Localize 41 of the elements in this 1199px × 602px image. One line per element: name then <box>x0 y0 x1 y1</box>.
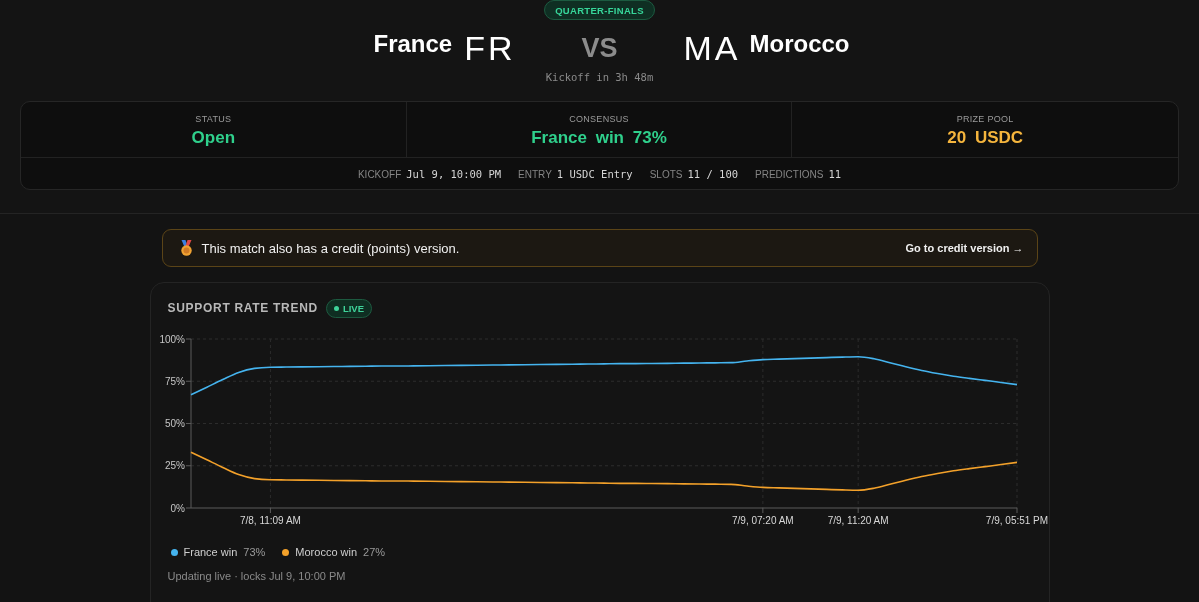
detail-value: Jul 9, 10:00 PM <box>406 167 502 180</box>
status-dot-icon <box>333 305 339 311</box>
detail-label: ENTRY <box>518 168 552 180</box>
stage-badge: QUARTER-FINALS <box>544 0 655 20</box>
detail-value: 11 / 100 <box>687 167 739 180</box>
team-name: France <box>373 32 453 56</box>
team-code: FR <box>464 31 516 65</box>
notice-text: This match also has a credit (points) version. <box>201 240 460 256</box>
x-tick-label: 7/9, 07:20 AM <box>731 515 794 526</box>
card-title: SUPPORT RATE TREND <box>167 301 318 315</box>
y-tick-label: 75% <box>164 375 185 387</box>
stat-label: PRIZE POOL <box>956 113 1014 125</box>
live-label: LIVE <box>342 302 364 314</box>
versus-label: VS <box>581 34 618 62</box>
stat-value: France win 73% <box>531 127 667 149</box>
detail-label: SLOTS <box>649 168 683 180</box>
stat-value: 20 USDC <box>947 127 1024 149</box>
x-tick-label: 7/9, 11:20 AM <box>827 515 889 526</box>
detail-label: KICKOFF <box>357 168 402 180</box>
legend-value: 73% <box>243 546 266 558</box>
detail-value: 1 USDC Entry <box>556 167 633 180</box>
update-note: Updating live · locks Jul 9, 10:00 PM <box>167 569 347 583</box>
team-name: Morocco <box>749 32 850 56</box>
stat-label: CONSENSUS <box>569 113 629 125</box>
stat-value: Open <box>191 127 236 149</box>
team-code: MA <box>683 31 741 65</box>
y-tick-label: 50% <box>164 418 185 429</box>
legend-label: France win <box>183 546 238 558</box>
kickoff-countdown: Kickoff in 3h 48m <box>545 70 654 84</box>
detail-value: 11 <box>828 167 842 180</box>
stat-label: STATUS <box>195 113 232 125</box>
y-tick-label: 0% <box>170 502 185 514</box>
y-tick-label: 100% <box>158 333 185 345</box>
x-tick-label: 7/9, 05:51 PM <box>985 515 1048 526</box>
x-tick-label: 7/8, 11:09 AM <box>239 515 301 526</box>
detail-label: PREDICTIONS <box>755 168 824 180</box>
credit-version-link[interactable]: Go to credit version → <box>905 242 1024 254</box>
legend-value: 27% <box>363 546 386 558</box>
y-tick-label: 25% <box>164 460 185 472</box>
medal-icon <box>179 240 193 256</box>
legend-label: Morocco win <box>295 546 358 558</box>
